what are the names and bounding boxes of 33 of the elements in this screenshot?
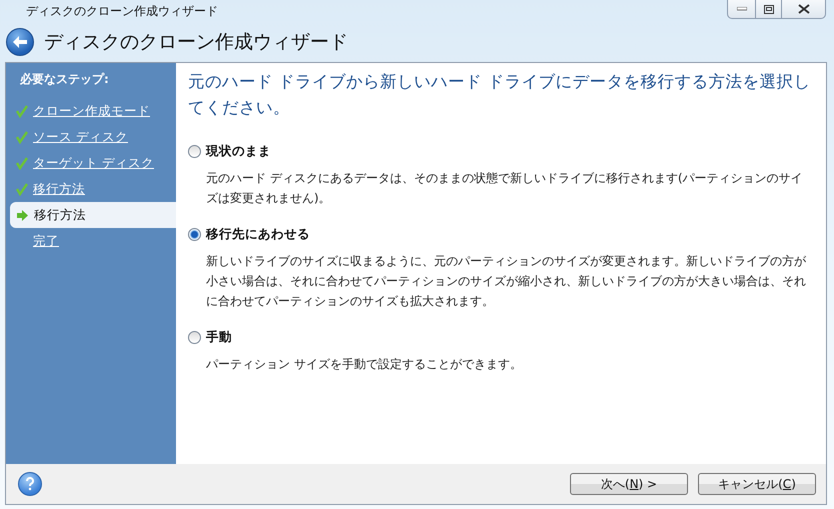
- window-title: ディスクのクローン作成ウィザード: [26, 3, 218, 20]
- step-link[interactable]: ターゲット ディスク: [33, 154, 154, 172]
- option-description: 元のハード ディスクにあるデータは、そのままの状態で新しいドライブに移行されます(パーティションのサイズは変更されません)。: [206, 170, 804, 207]
- help-icon[interactable]: [18, 472, 42, 496]
- step-link[interactable]: ソース ディスク: [33, 128, 128, 146]
- step-item[interactable]: 移行方法: [10, 176, 176, 202]
- step-link[interactable]: クローン作成モード: [33, 102, 150, 120]
- option-description: パーティション サイズを手動で設定することができます。: [206, 356, 523, 373]
- sidebar-heading: 必要なステップ:: [18, 71, 110, 88]
- step-item[interactable]: ソース ディスク: [10, 124, 176, 150]
- minimize-icon: [736, 7, 746, 11]
- option-label[interactable]: 移行先にあわせる: [206, 226, 310, 243]
- wizard-title: ディスクのクローン作成ウィザード: [44, 30, 348, 55]
- option-label[interactable]: 現状のまま: [206, 143, 271, 160]
- step-link[interactable]: 完了: [33, 232, 59, 250]
- page-heading: 元のハード ドライブから新しいハード ドライブにデータを移行する方法を選択してください。: [188, 71, 812, 119]
- back-arrow-icon: [12, 35, 28, 49]
- radio-button[interactable]: [188, 228, 201, 241]
- step-item[interactable]: ターゲット ディスク: [10, 150, 176, 176]
- next-button[interactable]: 次へ(N) >: [570, 473, 688, 495]
- back-button[interactable]: [6, 28, 34, 56]
- close-icon: [798, 4, 810, 14]
- step-item[interactable]: クローン作成モード: [10, 98, 176, 124]
- current-step[interactable]: 移行方法: [10, 202, 176, 228]
- step-item[interactable]: 完了: [10, 228, 176, 254]
- step-link[interactable]: 移行方法: [34, 206, 86, 224]
- radio-button[interactable]: [188, 331, 201, 344]
- cancel-button[interactable]: キャンセル(C): [698, 473, 816, 495]
- option-label[interactable]: 手動: [206, 329, 232, 346]
- radio-button[interactable]: [188, 145, 201, 158]
- option-description: 新しいドライブのサイズに収まるように、元のパーティションのサイズが変更されます。新しいドライブの方が小さい場合は、それに合わせてパーティションのサイズが縮小され、新しいドライブの方が大きい場合は、それに合わせてパーティションのサイズも拡大されます。: [206, 253, 807, 310]
- step-link[interactable]: 移行方法: [33, 180, 85, 198]
- restore-icon: [764, 4, 774, 14]
